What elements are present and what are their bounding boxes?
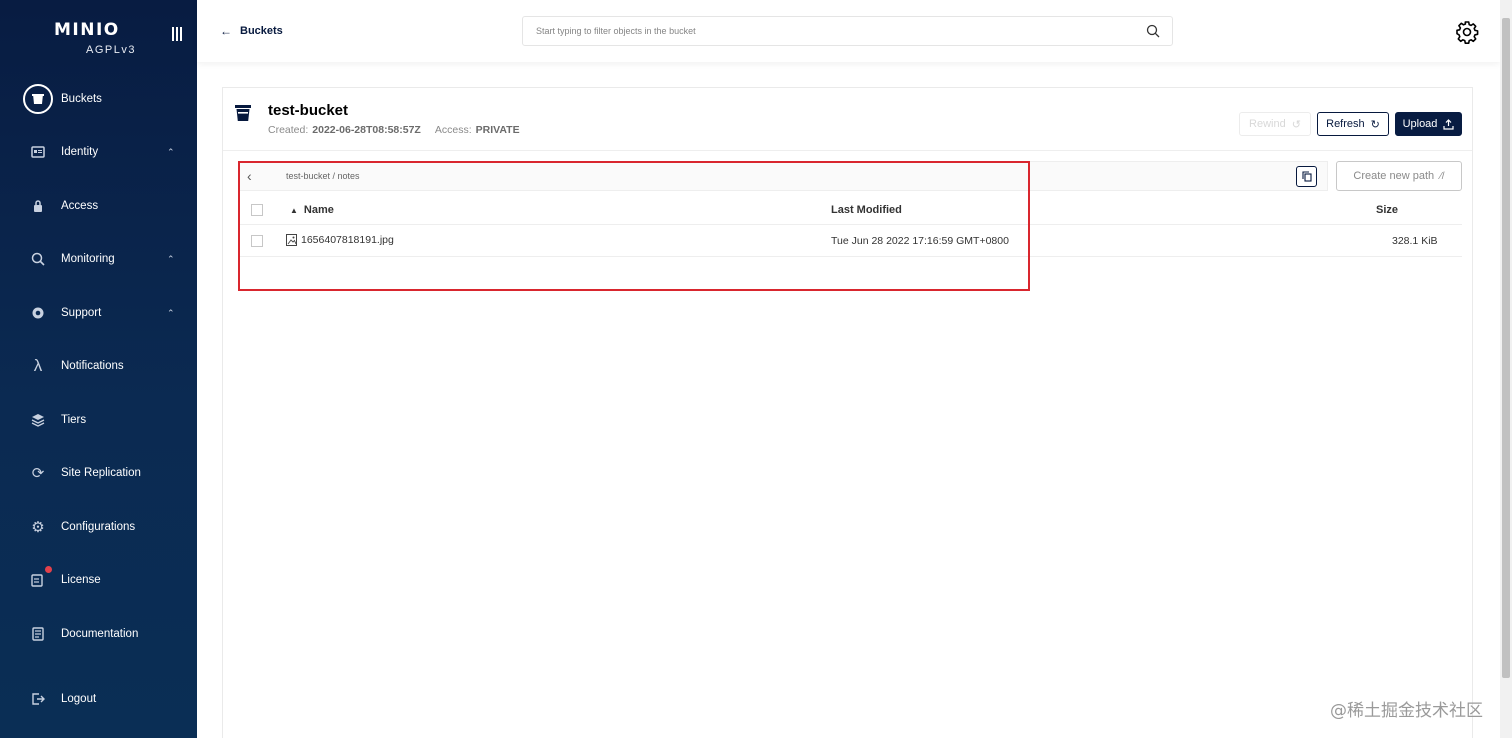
- column-size[interactable]: Size: [1376, 204, 1398, 216]
- sidebar-item-label: Logout: [61, 693, 97, 705]
- create-new-path-button[interactable]: Create new path ⁄/: [1336, 161, 1462, 191]
- sidebar-item-documentation[interactable]: Documentation: [0, 614, 197, 654]
- access-label: Access:: [434, 124, 472, 136]
- support-icon: [27, 302, 49, 324]
- watermark: @稀土掘金技术社区: [1330, 701, 1483, 721]
- sidebar-item-label: Site Replication: [61, 467, 141, 479]
- logout-icon: [27, 688, 49, 710]
- gear-icon: ⚙: [31, 519, 45, 536]
- id-card-icon: [27, 141, 49, 163]
- sidebar-item-buckets[interactable]: Buckets: [0, 79, 197, 119]
- created-value: 2022-06-28T08:58:57Z: [312, 124, 421, 136]
- sync-icon: ⟳: [31, 465, 45, 482]
- created-label: Created:: [268, 124, 309, 136]
- lambda-icon: λ: [33, 356, 43, 375]
- lock-icon: [27, 195, 49, 217]
- sidebar-item-label: Monitoring: [61, 253, 115, 265]
- layers-icon: [27, 409, 49, 431]
- sidebar-item-support[interactable]: Support ⌃: [0, 293, 197, 333]
- bucket-meta: Created: 2022-06-28T08:58:57Z Access: PRIVA…: [268, 124, 534, 136]
- sidebar-item-label: Tiers: [61, 414, 87, 426]
- sidebar-item-label: Access: [61, 200, 99, 212]
- settings-gear-icon[interactable]: [1455, 20, 1479, 44]
- create-path-label: Create new path: [1353, 170, 1435, 182]
- red-annotation-box: [238, 161, 1030, 291]
- copy-path-button[interactable]: [1296, 166, 1317, 187]
- object-filter-search: [522, 16, 1173, 46]
- back-label: Buckets: [240, 25, 283, 37]
- logo-text: MINIO: [54, 20, 120, 40]
- sidebar-collapse-button[interactable]: [172, 27, 186, 41]
- sidebar-item-label: Configurations: [61, 521, 136, 533]
- document-icon: [27, 623, 49, 645]
- bucket-icon: [23, 84, 53, 114]
- bucket-name: test-bucket: [268, 102, 349, 119]
- upload-button[interactable]: Upload: [1395, 112, 1462, 136]
- object-size: 328.1 KiB: [1392, 235, 1438, 247]
- chevron-up-icon[interactable]: ⌃: [167, 308, 175, 319]
- sidebar-item-identity[interactable]: Identity ⌃: [0, 132, 197, 172]
- sidebar-item-notifications[interactable]: λ Notifications: [0, 346, 197, 386]
- bucket-icon: [235, 105, 251, 121]
- rewind-icon: ↺: [1291, 118, 1301, 131]
- new-path-icon: ⁄/: [1440, 170, 1445, 182]
- arrow-left-icon: ←: [220, 24, 232, 38]
- sidebar-item-configurations[interactable]: ⚙ Configurations: [0, 507, 197, 547]
- chevron-up-icon[interactable]: ⌃: [167, 147, 175, 158]
- scrollbar-thumb[interactable]: [1502, 18, 1510, 678]
- sidebar-item-license[interactable]: License: [0, 560, 197, 600]
- sidebar-item-tiers[interactable]: Tiers: [0, 400, 197, 440]
- search-icon[interactable]: [1146, 24, 1160, 38]
- refresh-label: Refresh: [1326, 118, 1365, 130]
- search-input[interactable]: [523, 17, 1123, 45]
- chevron-up-icon[interactable]: ⌃: [167, 254, 175, 265]
- top-bar: ← Buckets: [197, 0, 1500, 62]
- sidebar-item-logout[interactable]: Logout: [0, 679, 197, 719]
- sidebar-item-site-replication[interactable]: ⟳ Site Replication: [0, 453, 197, 493]
- access-value: PRIVATE: [475, 124, 520, 136]
- back-to-buckets-link[interactable]: ← Buckets: [220, 24, 283, 38]
- upload-label: Upload: [1402, 118, 1438, 130]
- sidebar-item-label: Support: [61, 307, 102, 319]
- license-tag: AGPLv3: [86, 44, 136, 56]
- minio-logo[interactable]: MINIO AGPLv3: [54, 20, 134, 56]
- sidebar-item-label: Identity: [61, 146, 99, 158]
- sidebar-item-label: Documentation: [61, 628, 139, 640]
- sidebar-item-monitoring[interactable]: Monitoring ⌃: [0, 239, 197, 279]
- notification-dot: [45, 566, 52, 573]
- refresh-button[interactable]: Refresh ↻: [1317, 112, 1389, 136]
- magnifier-chart-icon: [27, 248, 49, 270]
- upload-icon: [1443, 118, 1455, 130]
- refresh-icon: ↻: [1370, 118, 1380, 131]
- rewind-label: Rewind: [1249, 118, 1286, 130]
- sidebar-item-label: Notifications: [61, 360, 124, 372]
- sidebar: MINIO AGPLv3 Buckets Identity ⌃ Access M…: [0, 0, 197, 738]
- sidebar-item-label: Buckets: [61, 93, 102, 105]
- page-scrollbar[interactable]: [1500, 0, 1512, 738]
- sidebar-item-label: License: [61, 574, 101, 586]
- sidebar-item-access[interactable]: Access: [0, 186, 197, 226]
- rewind-button[interactable]: Rewind ↺: [1239, 112, 1311, 136]
- header-divider: [223, 150, 1472, 151]
- copy-icon: [1301, 171, 1312, 182]
